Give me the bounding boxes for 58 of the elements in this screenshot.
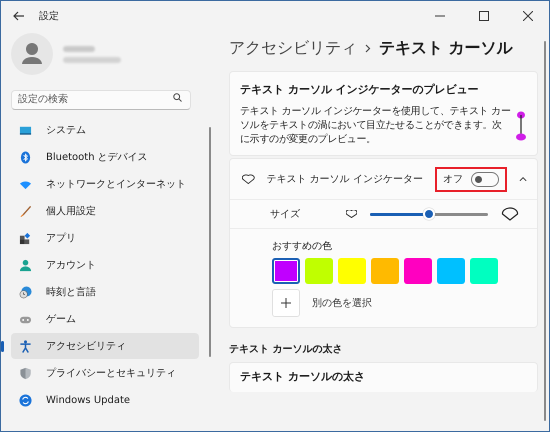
color-swatch[interactable]: [272, 258, 300, 284]
setting-label: テキスト カーソル インジケーター: [266, 173, 423, 186]
close-icon[interactable]: [523, 11, 533, 21]
preview-text: テキスト カーソル インジケーターを使用して、テキスト カーソルをテキストの渦において目立たせることができます。次に示すのが変更のプレビュー。: [240, 105, 511, 147]
section-heading: テキスト カーソルの太さ: [229, 342, 344, 356]
breadcrumb-link[interactable]: アクセシビリティ: [229, 38, 357, 58]
shield-icon: [19, 366, 32, 380]
color-swatch[interactable]: [470, 258, 498, 284]
sidebar-item[interactable]: Bluetooth とデバイス: [11, 144, 199, 170]
back-icon[interactable]: [13, 11, 25, 21]
person-icon: [19, 258, 32, 272]
selection-indicator: [1, 341, 4, 352]
sidebar-item[interactable]: ゲーム: [11, 306, 199, 332]
brush-icon: [19, 204, 32, 218]
window-title: 設定: [39, 10, 59, 23]
sidebar-item[interactable]: システム: [11, 117, 199, 143]
sidebar-item[interactable]: Windows Update: [11, 387, 199, 413]
toggle-state: オフ: [442, 173, 463, 186]
redacted-bar: [63, 56, 121, 62]
search-icon: [173, 93, 182, 102]
card-title: テキスト カーソル インジケーターのプレビュー: [240, 82, 480, 97]
chevron-icon[interactable]: [518, 176, 527, 182]
plus-icon: [281, 298, 291, 308]
maximize-icon[interactable]: [479, 11, 489, 21]
card-title: テキスト カーソルの太さ: [240, 369, 366, 384]
accessibility-icon: [19, 340, 32, 352]
color-swatch[interactable]: [371, 258, 399, 284]
color-swatch[interactable]: [404, 258, 432, 284]
add-color-button[interactable]: [272, 289, 300, 317]
bluetooth-icon: [19, 150, 32, 164]
update-icon: [19, 394, 32, 406]
size-label: サイズ: [270, 208, 300, 221]
redacted-bar: [63, 46, 95, 52]
slider-thumb[interactable]: [423, 208, 435, 220]
page-title: テキスト カーソル: [379, 38, 513, 58]
scrollbar[interactable]: [209, 127, 211, 357]
search-field[interactable]: 設定の検索: [11, 90, 191, 110]
apps-icon: [19, 232, 32, 244]
sidebar-item[interactable]: 個人用設定: [11, 198, 199, 224]
chevron-right-icon: [365, 44, 371, 52]
sidebar-item[interactable]: プライバシーとセキュリティ: [11, 360, 199, 386]
color-swatch[interactable]: [338, 258, 366, 284]
sidebar-item[interactable]: アカウント: [11, 252, 199, 278]
sidebar-item[interactable]: 時刻と言語: [11, 279, 199, 305]
color-swatch[interactable]: [437, 258, 465, 284]
sidebar-item[interactable]: アプリ: [11, 225, 199, 251]
section-label: おすすめの色: [272, 240, 333, 253]
sidebar-item[interactable]: ネットワークとインターネット: [11, 171, 199, 197]
text-cursor-indicator-icon: [515, 111, 527, 141]
large-cursor-icon: [501, 207, 519, 221]
color-swatch[interactable]: [305, 258, 333, 284]
small-cursor-icon: [346, 210, 357, 218]
scrollbar[interactable]: [544, 41, 546, 421]
custom-color-link[interactable]: 別の色を選択: [312, 296, 372, 310]
cursor-indicator-icon: [242, 174, 255, 184]
globe-clock-icon: [19, 286, 32, 298]
avatar-icon: [11, 33, 53, 75]
toggle-switch[interactable]: [470, 172, 499, 186]
